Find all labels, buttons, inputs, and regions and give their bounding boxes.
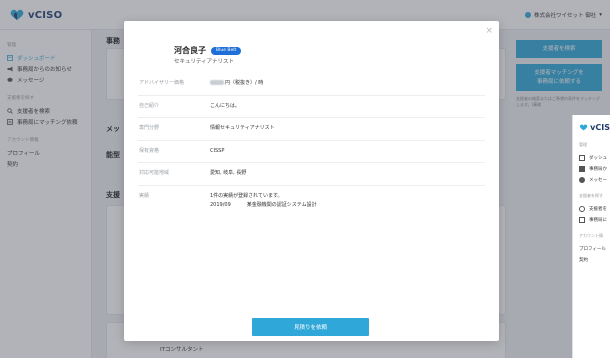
detail-value: 1件の実績が登録されています。 2019/09 某金融機関の認証システム設計 <box>210 192 485 211</box>
duplicate-section-search: 支援者を探す <box>579 193 603 198</box>
detail-key: アドバイザリー価格 <box>139 80 185 86</box>
supporter-profile-modal: × 河合良子 Blue Belt セキュリティアナリスト アドバイザリー価格 円… <box>124 21 499 341</box>
chat-icon <box>579 176 585 183</box>
detail-key: 対応可能地域 <box>139 170 170 176</box>
duplicate-item-label: ダッシュ <box>589 155 607 161</box>
duplicate-item-label: 契約 <box>579 257 588 263</box>
duplicate-item-label: 事務局か <box>589 166 607 172</box>
records-summary: 1件の実績が登録されています。 <box>210 192 283 199</box>
megaphone-icon <box>579 165 585 172</box>
search-icon <box>579 205 585 212</box>
duplicate-item-label: メッセー <box>589 177 607 183</box>
detail-row-certifications: 保有資格 CISSP <box>138 141 485 163</box>
heart-logo-icon <box>579 124 588 131</box>
duplicate-logo: vCIS <box>579 123 610 132</box>
duplicate-item-matching: 事務局に <box>579 214 610 225</box>
record-item: 2019/09 某金融機関の認証システム設計 <box>210 201 485 211</box>
detail-value: CISSP <box>210 147 225 154</box>
redacted-price <box>210 80 224 85</box>
price-unit: 円（税抜き）/ 時 <box>225 80 264 86</box>
detail-value: 円（税抜き）/ 時 <box>210 79 485 89</box>
duplicate-item-notices: 事務局か <box>579 163 610 174</box>
duplicate-item-contract: 契約 <box>579 254 610 265</box>
profile-details: アドバイザリー価格 円（税抜き）/ 時 自己紹介 こんにちは。 専門分野 情報セ… <box>138 73 485 217</box>
duplicate-item-dashboard: ダッシュ <box>579 152 610 163</box>
detail-key: 自己紹介 <box>139 102 160 109</box>
detail-key: 実績 <box>139 192 150 199</box>
duplicate-item-label: プロフィール <box>579 246 606 252</box>
duplicate-section-account: アカウント情 <box>579 233 603 238</box>
detail-row-specialty: 専門分野 情報セキュリティアナリスト <box>138 118 485 141</box>
detail-value: 愛知, 岐阜, 長野 <box>210 170 247 176</box>
list-icon <box>579 216 585 223</box>
supporter-name: 河合良子 <box>174 46 206 55</box>
duplicate-logo-text: vCIS <box>590 123 610 132</box>
duplicate-item-profile: プロフィール <box>579 243 610 254</box>
duplicate-item-messages: メッセー <box>579 174 610 185</box>
duplicate-screen: vCIS 管理 ダッシュ 事務局か メッセー 支援者を探す 支援者を 事務局に … <box>572 115 610 358</box>
duplicate-item-search: 支援者を <box>579 203 610 214</box>
duplicate-section-home: 管理 <box>579 142 587 147</box>
duplicate-item-label: 事務局に <box>589 217 607 223</box>
record-date: 2019/09 <box>210 202 231 208</box>
supporter-title: セキュリティアナリスト <box>174 59 235 65</box>
belt-badge: Blue Belt <box>211 46 242 55</box>
profile-header: 河合良子 Blue Belt <box>174 45 242 56</box>
record-description: 某金融機関の認証システム設計 <box>246 202 317 208</box>
detail-row-records: 実績 1件の実績が登録されています。 2019/09 某金融機関の認証システム設… <box>138 186 485 217</box>
dashboard-icon <box>579 154 585 161</box>
detail-value: こんにちは。 <box>210 102 241 109</box>
detail-row-regions: 対応可能地域 愛知, 岐阜, 長野 <box>138 163 485 186</box>
close-icon[interactable]: × <box>485 26 493 36</box>
detail-key: 専門分野 <box>139 125 160 131</box>
request-estimate-button[interactable]: 見積りを依頼 <box>252 318 369 336</box>
detail-row-intro: 自己紹介 こんにちは。 <box>138 96 485 118</box>
detail-row-price: アドバイザリー価格 円（税抜き）/ 時 <box>138 73 485 96</box>
detail-value: 情報セキュリティアナリスト <box>210 125 275 131</box>
detail-key: 保有資格 <box>139 147 160 154</box>
duplicate-item-label: 支援者を <box>589 206 607 212</box>
